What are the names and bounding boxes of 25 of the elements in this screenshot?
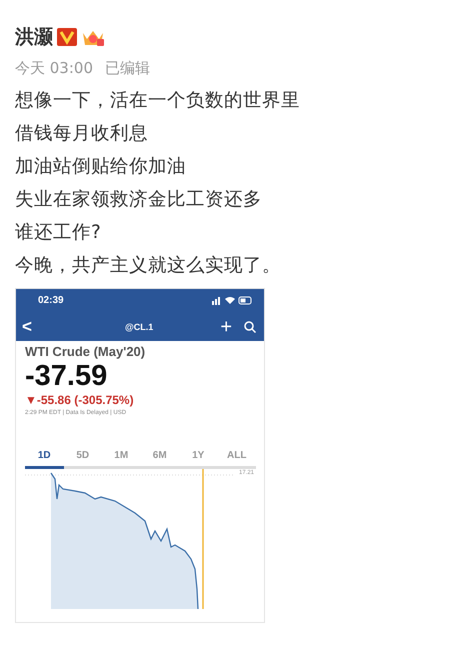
add-button[interactable]: + (220, 316, 232, 336)
post-text-line: 加油站倒贴给你加油 (15, 155, 187, 179)
price-value: -37.59 (25, 359, 108, 393)
post-text-line: 失业在家领救济金比工资还多 (15, 188, 263, 212)
range-tab[interactable]: 6M (140, 450, 179, 469)
post-text-line: 想像一下，活在一个负数的世界里 (15, 89, 301, 113)
author-name[interactable]: 洪灏 (15, 24, 53, 50)
verified-icon (57, 28, 77, 46)
status-time: 02:39 (38, 295, 64, 306)
post-time: 今天 03:00 (15, 58, 93, 78)
instrument-name: WTI Crude (May'20) (25, 344, 146, 359)
range-tab[interactable]: 1M (102, 450, 140, 469)
nav-title: @CL.1 (124, 322, 154, 332)
range-tab[interactable]: ALL (218, 450, 256, 469)
range-tab[interactable]: 1D (25, 450, 64, 469)
post-text-line: 今晚，共产主义就这么实现了。 (15, 254, 282, 278)
post-text-line: 借钱每月收利息 (15, 122, 149, 146)
edited-label: 已编辑 (105, 58, 150, 78)
range-tab[interactable]: 1Y (179, 450, 218, 469)
post-text-line: 谁还工作? (15, 221, 102, 245)
range-tab[interactable]: 5D (64, 450, 102, 469)
price-change: ▼-55.86 (-305.75%) (25, 393, 135, 407)
back-button[interactable]: < (22, 316, 42, 336)
status-icons-drawing (212, 296, 252, 305)
search-icon[interactable] (244, 320, 256, 332)
